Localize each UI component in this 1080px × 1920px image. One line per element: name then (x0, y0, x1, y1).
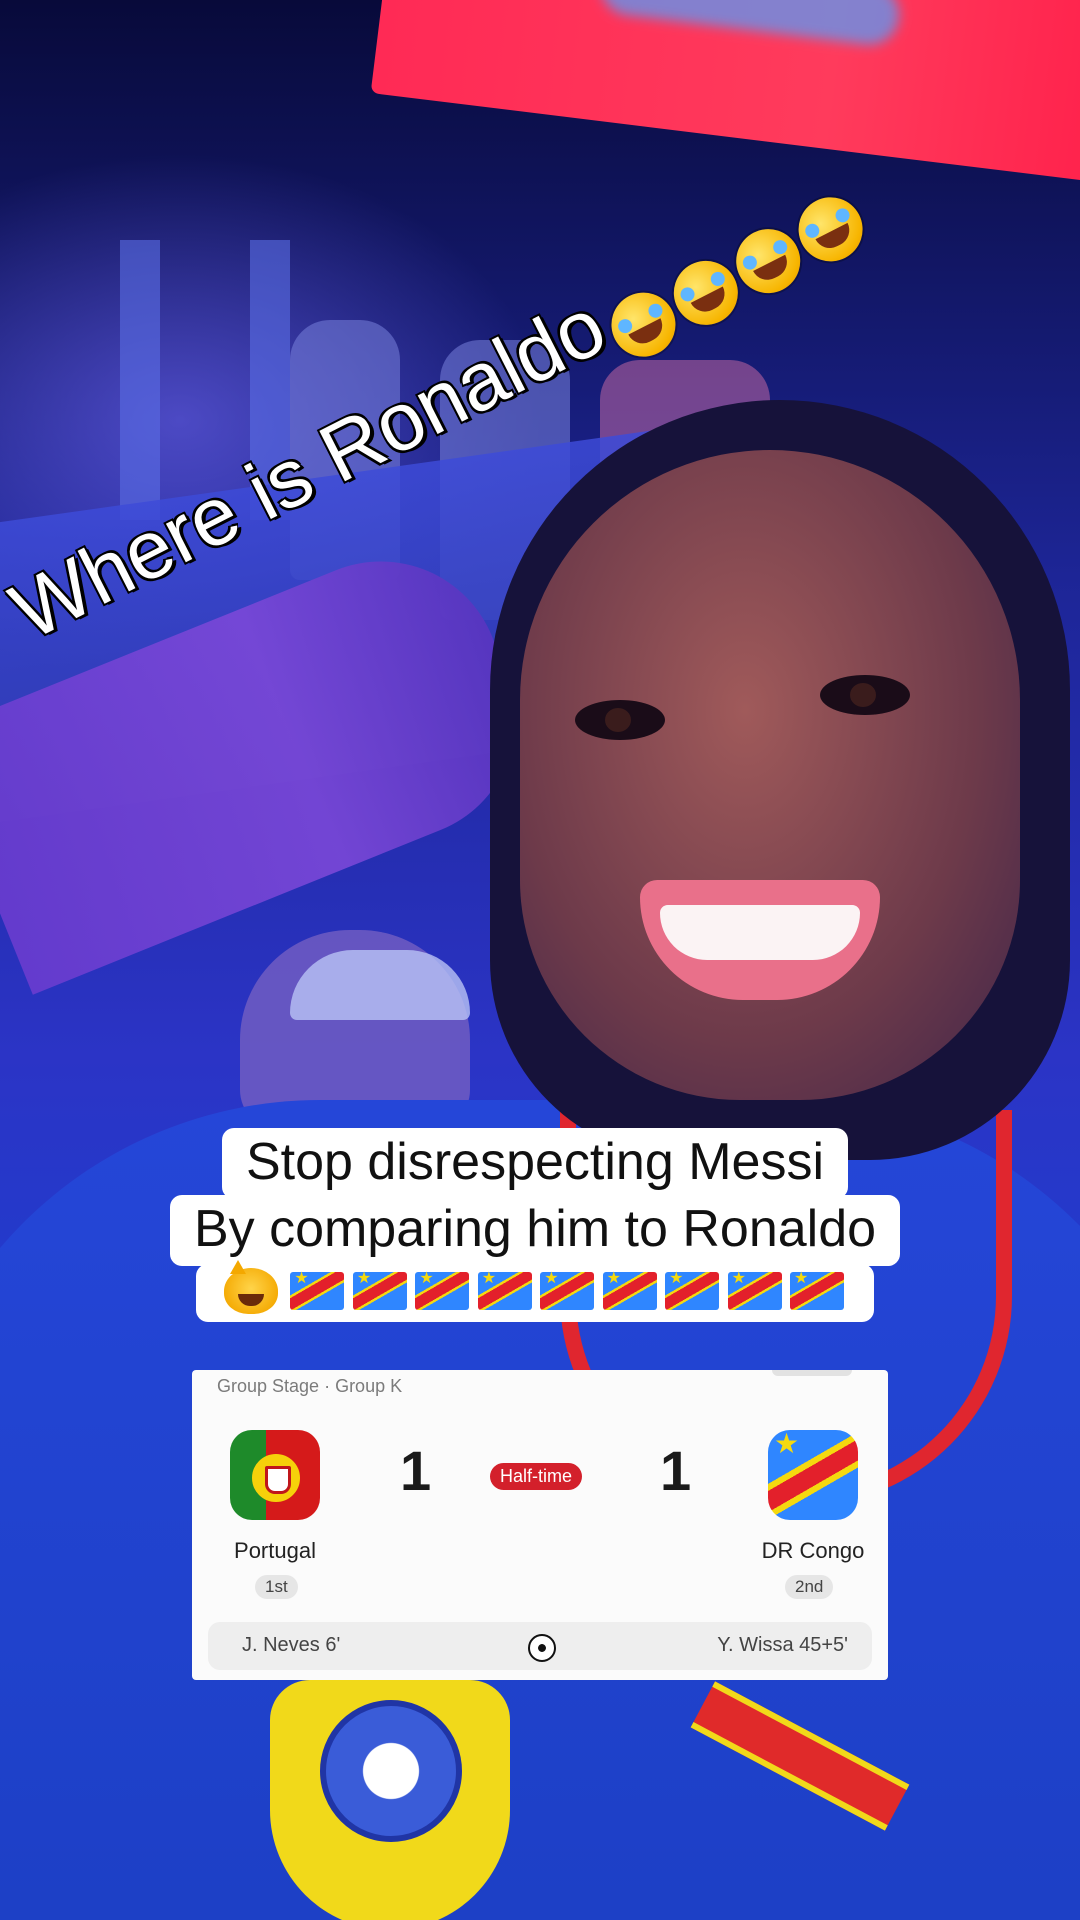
dr-congo-flag-icon (415, 1268, 470, 1311)
goal-events-row: J. Neves 6' Y. Wissa 45+5' (208, 1622, 872, 1670)
score-card: Group Stage · Group K Portugal 1st 1 Hal… (192, 1370, 888, 1680)
soccer-ball-icon (528, 1634, 556, 1662)
left-eye (575, 700, 665, 740)
dr-congo-flag-icon[interactable]: ★ (768, 1430, 858, 1520)
match-status-badge: Half-time (490, 1463, 583, 1490)
caption-emoji-line (195, 1260, 875, 1323)
portugal-flag-icon[interactable] (230, 1430, 320, 1520)
dr-congo-flag-icon (290, 1268, 345, 1311)
away-team-name: DR Congo (761, 1538, 865, 1563)
away-score: 1 (660, 1439, 692, 1502)
home-score: 1 (400, 1439, 432, 1502)
stage-label: Group Stage · Group K (217, 1376, 403, 1396)
dr-congo-flag-icon (352, 1268, 407, 1311)
away-team-rank: 2nd (785, 1575, 834, 1599)
stand-pillar (120, 240, 160, 520)
portugal-emblem (252, 1454, 300, 1502)
dr-congo-flag-icon (602, 1268, 657, 1311)
face (520, 450, 1020, 1100)
fan-cap (290, 950, 470, 1020)
home-scorer: J. Neves 6' (242, 1634, 341, 1656)
dr-congo-flag-icon (790, 1268, 845, 1311)
dr-congo-flag-icon (477, 1268, 532, 1311)
flag-star: ★ (774, 1430, 800, 1459)
right-eye (820, 675, 910, 715)
teeth (660, 905, 860, 960)
caption-line-2: By comparing him to Ronaldo (169, 1195, 901, 1267)
dr-congo-flag-icon (727, 1268, 782, 1311)
away-scorer: Y. Wissa 45+5' (717, 1634, 848, 1656)
caption-line-1: Stop disrespecting Messi (221, 1128, 849, 1200)
dr-congo-flag-icon (540, 1268, 595, 1311)
card-tab-handle (772, 1370, 852, 1376)
home-team-rank: 1st (255, 1575, 298, 1599)
dr-congo-flag-icon (665, 1268, 720, 1311)
home-team-name: Portugal (234, 1538, 316, 1563)
cat-tears-of-joy-icon (223, 1260, 278, 1315)
caption: Stop disrespecting Messi By comparing hi… (120, 1128, 950, 1323)
crest-ball (320, 1700, 462, 1842)
